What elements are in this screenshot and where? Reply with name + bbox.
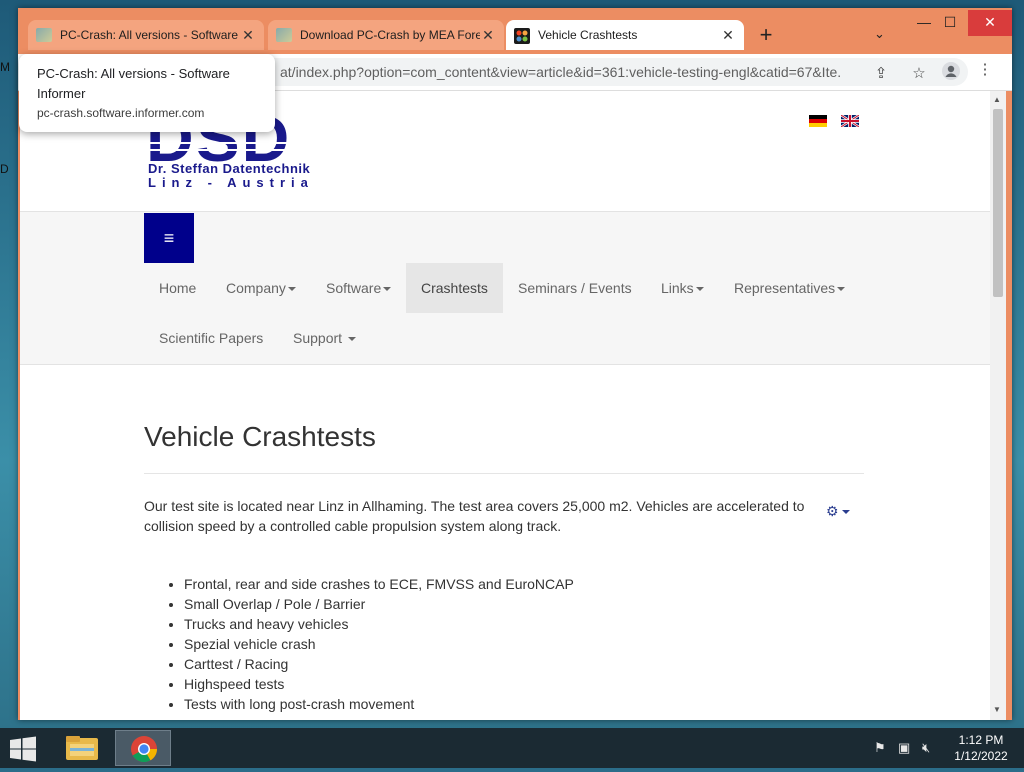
tab-title: Vehicle Crashtests xyxy=(538,28,638,42)
scrollbar-thumb[interactable] xyxy=(993,109,1003,297)
list-item: Spezial vehicle crash xyxy=(184,634,574,654)
page-favicon-icon xyxy=(276,28,292,42)
nav-item-crashtests[interactable]: Crashtests xyxy=(406,263,503,313)
network-icon[interactable]: ▣ xyxy=(898,740,910,756)
nav-item-software[interactable]: Software xyxy=(311,263,406,313)
nav-label: Crashtests xyxy=(421,280,488,296)
dropdown-caret-icon xyxy=(841,510,850,515)
close-window-button[interactable]: ✕ xyxy=(968,10,1012,36)
profile-avatar-icon[interactable] xyxy=(940,62,962,84)
new-tab-button[interactable]: + xyxy=(754,22,778,48)
joomla-favicon-icon xyxy=(514,28,530,44)
desktop-edge-letter: D xyxy=(0,162,9,176)
dropdown-caret-icon xyxy=(383,287,392,292)
tab-download-pc-crash[interactable]: Download PC-Crash by MEA Forensic ✕ xyxy=(268,20,504,50)
maximize-button[interactable]: ☐ xyxy=(932,10,968,36)
tab-title: Download PC-Crash by MEA Forensic xyxy=(300,28,480,42)
nav-label: Representatives xyxy=(734,280,836,296)
list-item: Tests with long post-crash movement xyxy=(184,694,574,714)
close-tab-icon[interactable]: ✕ xyxy=(720,27,736,44)
article-intro: Our test site is located near Linz in Al… xyxy=(144,498,805,534)
logo-company-name: Dr. Steffan Datentechnik xyxy=(148,161,311,176)
menu-toggle-button[interactable]: ≡ xyxy=(144,213,194,263)
action-center-flag-icon[interactable]: ⚑ xyxy=(874,740,886,756)
nav-label: Company xyxy=(226,280,286,296)
main-navigation: ≡ Home Company Software Crashtests Semin… xyxy=(20,211,990,365)
clock-date: 1/12/2022 xyxy=(954,749,1008,763)
tab-pc-crash-informer[interactable]: PC-Crash: All versions - Software Inform… xyxy=(28,20,264,50)
nav-item-seminars-events[interactable]: Seminars / Events xyxy=(503,263,647,313)
bookmark-star-icon[interactable]: ☆ xyxy=(908,64,930,82)
windows-start-icon[interactable] xyxy=(8,736,38,762)
nav-item-home[interactable]: Home xyxy=(144,263,211,313)
tooltip-url: pc-crash.software.informer.com xyxy=(37,106,205,120)
nav-item-scientific-papers[interactable]: Scientific Papers xyxy=(144,313,278,363)
logo-location: Linz - Austria xyxy=(148,175,314,190)
tab-hover-tooltip: PC-Crash: All versions - Software Inform… xyxy=(19,54,275,132)
nav-label: Support xyxy=(293,330,343,346)
list-item: Small Overlap / Pole / Barrier xyxy=(184,594,574,614)
url-text[interactable]: at/index.php?option=com_content&view=art… xyxy=(280,64,840,80)
dropdown-caret-icon xyxy=(347,337,356,342)
address-bar[interactable]: at/index.php?option=com_content&view=art… xyxy=(168,58,968,86)
dropdown-caret-icon xyxy=(837,287,846,292)
web-page: DSD Dr. Steffan Datentechnik Linz - Aust… xyxy=(20,91,990,720)
article-title: Vehicle Crashtests xyxy=(144,421,376,452)
tab-vehicle-crashtests[interactable]: Vehicle Crashtests ✕ xyxy=(506,20,744,50)
chrome-taskbar-icon[interactable] xyxy=(115,730,171,766)
test-types-list: Frontal, rear and side crashes to ECE, F… xyxy=(164,574,574,714)
close-tab-icon[interactable]: ✕ xyxy=(480,27,496,44)
title-divider xyxy=(144,473,864,474)
system-clock[interactable]: 1:12 PM 1/12/2022 xyxy=(946,732,1016,764)
tab-strip: PC-Crash: All versions - Software Inform… xyxy=(18,8,1012,54)
page-favicon-icon xyxy=(36,28,52,42)
nav-label: Seminars / Events xyxy=(518,280,632,296)
nav-label: Scientific Papers xyxy=(159,330,264,346)
list-item: Trucks and heavy vehicles xyxy=(184,614,574,634)
tab-title: PC-Crash: All versions - Software Inform… xyxy=(60,28,240,42)
clock-time: 1:12 PM xyxy=(958,733,1004,747)
tab-search-chevron-down-icon[interactable]: ⌄ xyxy=(874,26,885,42)
nav-item-support[interactable]: Support xyxy=(278,313,371,363)
dropdown-caret-icon xyxy=(287,287,296,292)
nav-label: Links xyxy=(661,280,694,296)
nav-item-links[interactable]: Links xyxy=(646,263,719,313)
tooltip-title: PC-Crash: All versions - Software Inform… xyxy=(37,66,230,101)
share-icon[interactable]: ⇪ xyxy=(870,64,892,82)
volume-muted-icon[interactable]: 🔇︎ xyxy=(922,740,930,756)
file-explorer-taskbar-icon[interactable] xyxy=(54,730,110,766)
german-flag-icon[interactable] xyxy=(809,114,827,127)
list-item: Frontal, rear and side crashes to ECE, F… xyxy=(184,574,574,594)
desktop-edge-letter: M xyxy=(0,60,10,74)
scroll-up-arrow-icon[interactable]: ▲ xyxy=(993,95,1001,104)
nav-item-company[interactable]: Company xyxy=(211,263,311,313)
scroll-down-arrow-icon[interactable]: ▼ xyxy=(993,705,1001,714)
nav-item-representatives[interactable]: Representatives xyxy=(719,263,860,313)
close-tab-icon[interactable]: ✕ xyxy=(240,27,256,44)
list-item: Carttest / Racing xyxy=(184,654,574,674)
page-scrollbar[interactable]: ▲ ▼ xyxy=(990,91,1006,720)
dropdown-caret-icon xyxy=(695,287,704,292)
list-item: Highspeed tests xyxy=(184,674,574,694)
nav-label: Home xyxy=(159,280,197,296)
taskbar: ⚑ ▣ 🔇︎ 1:12 PM 1/12/2022 xyxy=(0,728,1024,768)
article-options-gear-icon[interactable]: ⚙ xyxy=(826,503,850,520)
nav-label: Software xyxy=(326,280,382,296)
more-menu-icon[interactable]: ⋮ xyxy=(974,60,996,78)
uk-flag-icon[interactable] xyxy=(840,114,860,128)
